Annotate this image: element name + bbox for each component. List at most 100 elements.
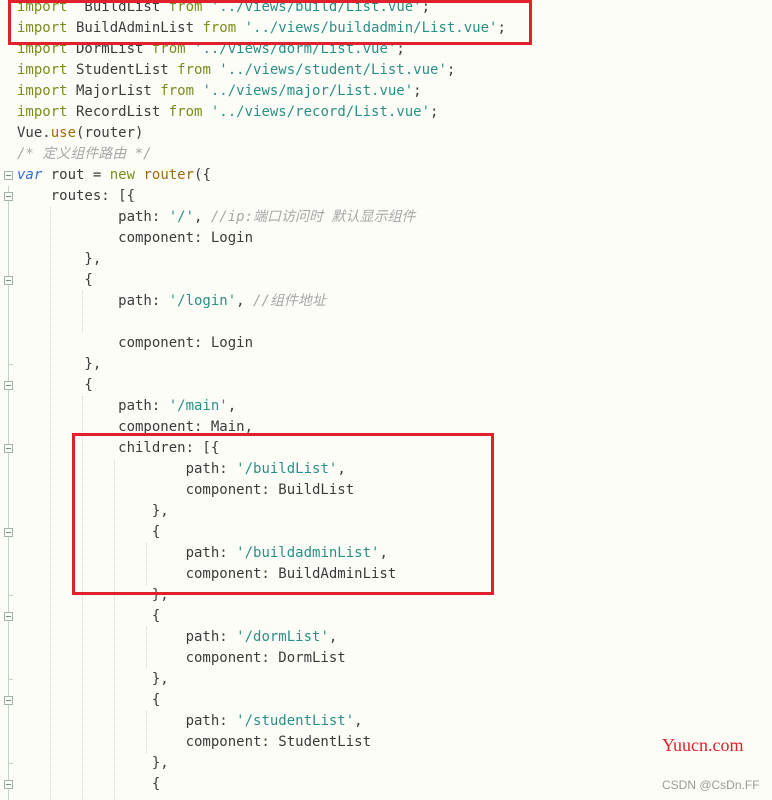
code-line[interactable]: component: StudentList (0, 732, 772, 753)
fold-gutter (0, 60, 16, 81)
code-line[interactable]: { (0, 690, 772, 711)
fold-gutter (0, 165, 16, 186)
code-line[interactable]: routes: [{ (0, 186, 772, 207)
code-line[interactable]: component: DormList (0, 648, 772, 669)
code-token: new (109, 167, 136, 183)
fold-gutter (0, 375, 16, 396)
site-watermark: Yuucn.com (662, 735, 744, 755)
children-highlight-box (72, 433, 494, 595)
code-line[interactable]: var rout = new router({ (0, 165, 772, 186)
code-line[interactable]: }, (0, 753, 772, 774)
code-token: ({ (194, 167, 211, 183)
code-text: }, (17, 354, 101, 375)
code-text: path: '/login', //组件地址 (17, 291, 326, 312)
code-token: MajorList (67, 83, 161, 99)
code-line[interactable]: }, (0, 354, 772, 375)
fold-toggle-icon[interactable] (4, 612, 13, 621)
code-line[interactable]: /* 定义组件路由 */ (0, 144, 772, 165)
code-token: component: Login (17, 335, 254, 351)
code-text: component: Login (17, 228, 253, 249)
code-token: component: Login (17, 230, 254, 246)
code-line[interactable]: { (0, 375, 772, 396)
fold-toggle-icon[interactable] (4, 192, 13, 201)
code-token: from (177, 62, 211, 78)
code-text: { (17, 774, 160, 795)
code-line[interactable]: component: Login (0, 228, 772, 249)
code-token: '../views/major/List.vue' (194, 83, 414, 99)
fold-toggle-icon[interactable] (4, 528, 13, 537)
code-line[interactable] (0, 312, 772, 333)
code-line[interactable]: Vue.use(router) (0, 123, 772, 144)
fold-end-marker (8, 595, 13, 596)
fold-gutter (0, 354, 16, 375)
code-token: path: (17, 713, 237, 729)
code-token: path: (17, 209, 169, 225)
code-line[interactable]: }, (0, 669, 772, 690)
fold-toggle-icon[interactable] (4, 444, 13, 453)
fold-toggle-icon[interactable] (4, 381, 13, 390)
code-text: path: '/', //ip:端口访问时 默认显示组件 (17, 207, 415, 228)
fold-gutter (0, 270, 16, 291)
code-token: rout = (42, 167, 110, 183)
fold-gutter (0, 606, 16, 627)
code-text: /* 定义组件路由 */ (17, 144, 152, 165)
code-line[interactable]: path: '/studentList', (0, 711, 772, 732)
fold-gutter (0, 543, 16, 564)
code-token: , (328, 629, 338, 645)
code-token: /* 定义组件路由 */ (17, 146, 152, 162)
fold-toggle-icon[interactable] (4, 696, 13, 705)
fold-gutter (0, 732, 16, 753)
code-token: //ip:端口访问时 默认显示组件 (210, 209, 416, 225)
code-token: ; (413, 83, 422, 99)
fold-gutter (0, 81, 16, 102)
code-text: import MajorList from '../views/major/Li… (17, 81, 422, 102)
fold-gutter (0, 774, 16, 795)
fold-gutter (0, 711, 16, 732)
fold-gutter (0, 228, 16, 249)
code-line[interactable]: path: '/dormList', (0, 627, 772, 648)
code-line[interactable]: import MajorList from '../views/major/Li… (0, 81, 772, 102)
code-line[interactable]: { (0, 774, 772, 795)
fold-gutter (0, 207, 16, 228)
fold-toggle-icon[interactable] (4, 171, 13, 180)
code-text: component: DormList (17, 648, 346, 669)
code-token: '../views/student/List.vue' (210, 62, 447, 78)
fold-toggle-icon[interactable] (4, 276, 13, 285)
fold-gutter (0, 123, 16, 144)
code-token: Vue. (17, 125, 51, 141)
code-line[interactable]: import StudentList from '../views/studen… (0, 60, 772, 81)
fold-gutter (0, 459, 16, 480)
code-editor[interactable]: import BuildList from '../views/build/Li… (0, 0, 772, 800)
code-line[interactable]: { (0, 606, 772, 627)
fold-gutter (0, 396, 16, 417)
code-line[interactable]: path: '/main', (0, 396, 772, 417)
code-line[interactable]: }, (0, 249, 772, 270)
code-token: '/' (168, 209, 195, 225)
fold-toggle-icon[interactable] (4, 780, 13, 789)
code-text: component: StudentList (17, 732, 371, 753)
code-text: Vue.use(router) (17, 123, 143, 144)
code-text: import RecordList from '../views/record/… (17, 102, 438, 123)
code-line[interactable]: path: '/', //ip:端口访问时 默认显示组件 (0, 207, 772, 228)
code-line[interactable]: import RecordList from '../views/record/… (0, 102, 772, 123)
code-token: , (227, 398, 237, 414)
code-token: '/dormList' (236, 629, 329, 645)
code-token: import (17, 83, 68, 99)
code-text: }, (17, 753, 169, 774)
code-text: path: '/main', (17, 396, 236, 417)
fold-gutter (0, 312, 16, 333)
code-line[interactable]: { (0, 270, 772, 291)
code-token: StudentList (67, 62, 178, 78)
code-line[interactable]: path: '/login', //组件地址 (0, 291, 772, 312)
code-line[interactable]: component: Login (0, 333, 772, 354)
code-text: path: '/dormList', (17, 627, 338, 648)
code-text: routes: [{ (17, 186, 135, 207)
code-token: , (194, 209, 211, 225)
code-token: { (17, 608, 161, 624)
code-text: path: '/studentList', (17, 711, 363, 732)
code-text: { (17, 375, 92, 396)
code-token: //组件地址 (253, 293, 326, 309)
code-token: path: (17, 293, 169, 309)
fold-gutter (0, 102, 16, 123)
code-token: from (160, 83, 195, 99)
